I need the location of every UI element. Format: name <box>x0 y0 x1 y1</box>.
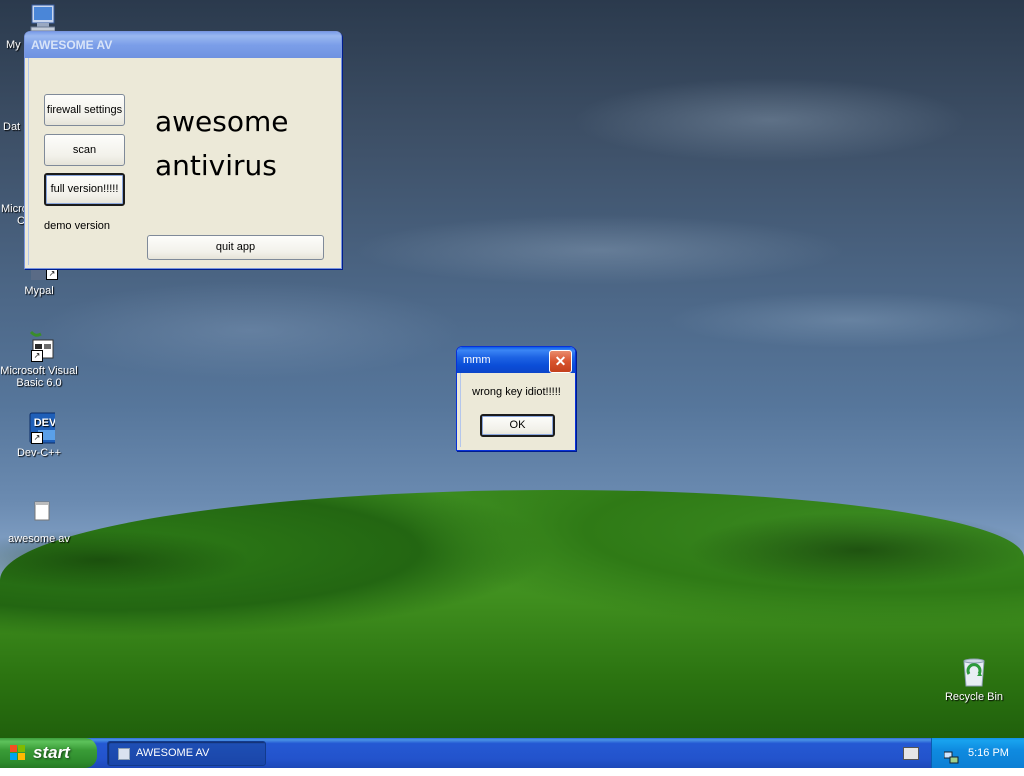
keyboard-icon[interactable] <box>903 747 919 760</box>
message-dialog[interactable]: mmm ✕ wrong key idiot!!!!! OK <box>456 346 576 451</box>
recycle-bin-icon <box>958 656 990 688</box>
svg-text:DEV: DEV <box>34 417 55 429</box>
scan-button[interactable]: scan <box>44 134 125 166</box>
desktop-icon-visual-basic[interactable]: ↗ Microsoft Visual Basic 6.0 <box>0 330 78 389</box>
visual-basic-icon: ↗ <box>23 330 55 362</box>
desktop-icon-label: Microsoft Visual Basic 6.0 <box>0 365 78 389</box>
taskbar-item-label: AWESOME AV <box>136 747 210 759</box>
heading-line-2: antivirus <box>155 149 277 182</box>
windows-logo-icon <box>10 745 26 761</box>
dialog-body: wrong key idiot!!!!! OK <box>460 373 572 447</box>
desktop-icon-recycle-bin[interactable]: Recycle Bin <box>935 656 1013 703</box>
desktop-icon-label: Recycle Bin <box>944 691 1004 703</box>
taskbar-item-awesome-av[interactable]: AWESOME AV <box>107 741 266 766</box>
start-button[interactable]: start <box>0 738 97 768</box>
desktop-icon-label: awesome av <box>8 533 70 545</box>
clock[interactable]: 5:16 PM <box>968 738 1009 768</box>
desktop-icon-label: Dev-C++ <box>16 447 62 459</box>
desktop-icon-label: Mypal <box>24 285 54 297</box>
demo-version-label: demo version <box>44 220 111 232</box>
shortcut-arrow-icon: ↗ <box>46 268 58 280</box>
awesome-av-window[interactable]: AWESOME AV firewall settings scan full v… <box>24 31 342 269</box>
desktop-icon-awesome-av[interactable]: awesome av <box>0 498 78 545</box>
computer-icon <box>23 2 56 34</box>
network-icon[interactable] <box>943 746 959 764</box>
wallpaper-shadow <box>560 500 1024 590</box>
desktop-icon-label: My <box>6 39 21 51</box>
taskbar: start AWESOME AV 5:16 PM <box>0 738 1024 768</box>
dialog-title: mmm <box>463 354 491 366</box>
close-icon: ✕ <box>554 353 567 369</box>
heading-line-1: awesome <box>155 105 289 138</box>
start-label: start <box>33 743 70 762</box>
shortcut-arrow-icon: ↗ <box>31 350 43 362</box>
application-icon <box>23 498 55 530</box>
desktop-icon-dev-cpp[interactable]: DEV ↗ Dev-C++ <box>0 412 78 459</box>
dialog-message: wrong key idiot!!!!! <box>472 386 561 398</box>
ok-button[interactable]: OK <box>480 414 555 437</box>
system-tray: 5:16 PM <box>931 738 1024 768</box>
window-titlebar[interactable]: AWESOME AV <box>25 32 341 58</box>
full-version-button[interactable]: full version!!!!! <box>44 173 125 206</box>
shortcut-arrow-icon: ↗ <box>31 432 43 444</box>
window-icon <box>118 748 130 760</box>
desktop-icon-label: Dat <box>3 121 21 133</box>
quit-app-button[interactable]: quit app <box>147 235 324 260</box>
dev-cpp-icon: DEV ↗ <box>23 412 61 444</box>
app-heading: awesome antivirus <box>155 100 289 188</box>
window-body: firewall settings scan full version!!!!!… <box>28 58 338 265</box>
dialog-titlebar[interactable]: mmm ✕ <box>457 347 575 373</box>
close-button[interactable]: ✕ <box>549 350 572 373</box>
window-title: AWESOME AV <box>31 38 113 52</box>
firewall-settings-button[interactable]: firewall settings <box>44 94 125 126</box>
